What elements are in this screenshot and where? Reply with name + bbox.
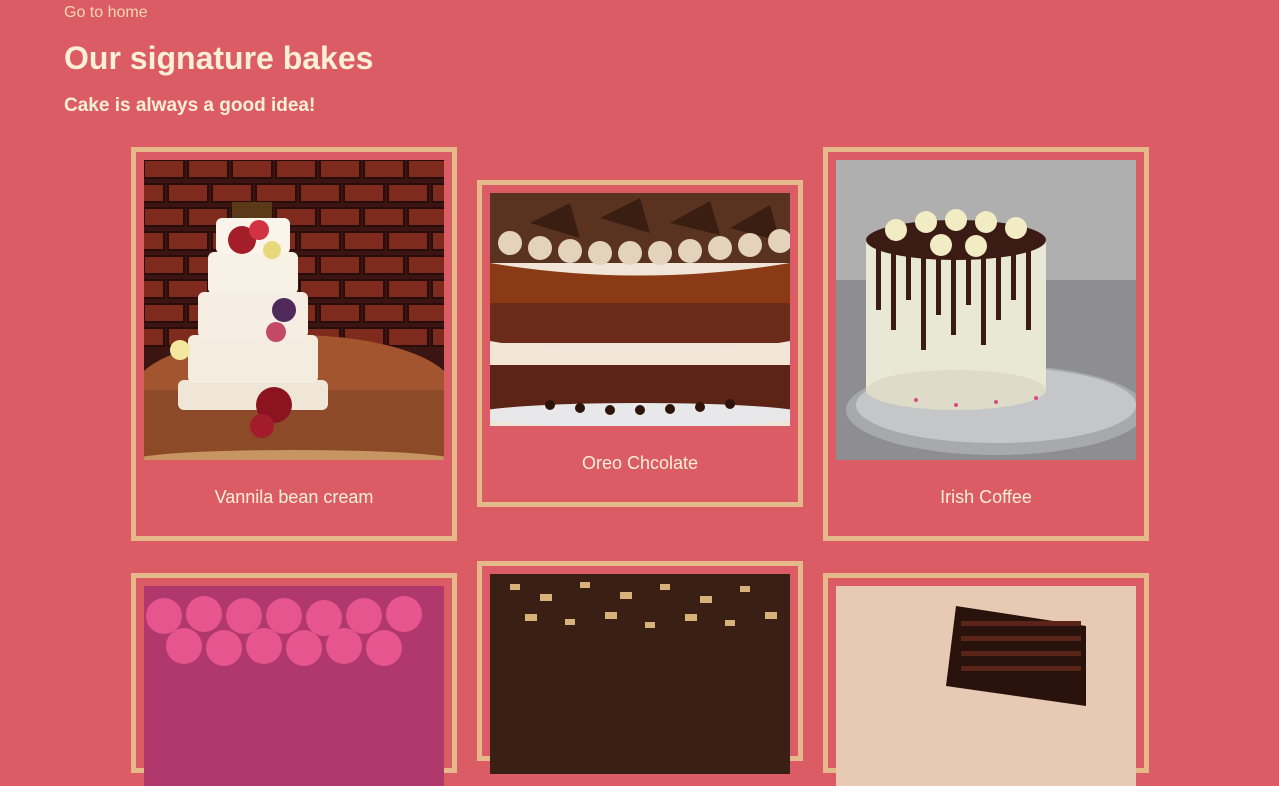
cake-card-vanilla[interactable]: Vannila bean cream xyxy=(131,147,457,541)
cake-card-nut-chocolate[interactable] xyxy=(477,561,803,774)
cake-card-pink[interactable] xyxy=(131,573,457,786)
page-subtitle: Cake is always a good idea! xyxy=(64,95,316,116)
cake-card-irish-coffee[interactable]: Irish Coffee xyxy=(823,147,1149,541)
tiered-white-cake-image xyxy=(144,160,444,460)
cake-name-label: Oreo Chcolate xyxy=(581,453,699,473)
go-to-home-link[interactable]: Go to home xyxy=(64,4,148,22)
nut-chocolate-cake-image xyxy=(490,574,790,774)
cake-name-label: Irish Coffee xyxy=(940,487,1032,507)
pink-frosted-cake-image xyxy=(144,586,444,786)
cake-name-label: Vannila bean cream xyxy=(214,487,374,507)
layered-chocolate-slice-image xyxy=(836,586,1136,786)
cake-card-layered-chocolate[interactable] xyxy=(823,573,1149,786)
oreo-chocolate-cake-image xyxy=(490,193,790,426)
page-title: Our signature bakes xyxy=(64,40,374,76)
cake-card-oreo[interactable]: Oreo Chcolate xyxy=(477,180,803,507)
drip-cake-image xyxy=(836,160,1136,460)
